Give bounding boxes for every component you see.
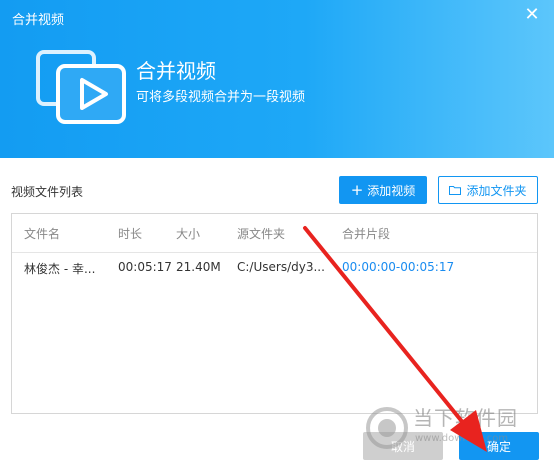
add-video-label: 添加视频 — [367, 183, 416, 198]
cell-duration: 00:05:17 — [118, 260, 172, 274]
hero-subtitle: 可将多段视频合并为一段视频 — [136, 90, 306, 105]
column-header-size[interactable]: 大小 — [176, 225, 200, 242]
plus-icon: + — [350, 181, 364, 199]
cell-folder: C:/Users/dy3... — [237, 260, 325, 274]
column-header-duration[interactable]: 时长 — [118, 225, 142, 242]
column-header-folder[interactable]: 源文件夹 — [237, 225, 285, 242]
watermark-logo: 当下软件园 www.downxia.com — [365, 400, 535, 460]
hero-title: 合并视频 — [136, 59, 216, 83]
video-stack-icon — [36, 50, 126, 124]
section-label: 视频文件列表 — [11, 185, 84, 199]
close-icon[interactable]: ✕ — [523, 6, 541, 24]
add-video-button[interactable]: + 添加视频 — [339, 176, 427, 204]
watermark-url: www.downxia.com — [415, 433, 509, 444]
cell-size: 21.40M — [176, 260, 221, 274]
window-title: 合并视频 — [12, 13, 65, 28]
watermark-text: 当下软件园 — [413, 406, 518, 430]
folder-icon — [449, 186, 462, 195]
cell-segment-link[interactable]: 00:00:00-00:05:17 — [342, 260, 454, 274]
watermark-emblem — [366, 407, 408, 449]
table-header: 文件名 时长 大小 源文件夹 合并片段 — [12, 214, 537, 253]
dialog-header: 合并视频 ✕ 合并视频 可将多段视频合并为一段视频 — [0, 0, 554, 158]
add-folder-label: 添加文件夹 — [466, 183, 527, 198]
column-header-filename[interactable]: 文件名 — [24, 225, 60, 242]
add-folder-button[interactable]: 添加文件夹 — [438, 176, 538, 204]
column-header-segment[interactable]: 合并片段 — [342, 225, 390, 242]
file-table: 文件名 时长 大小 源文件夹 合并片段 林俊杰 - 幸... 00:05:17 … — [11, 213, 538, 414]
table-row[interactable]: 林俊杰 - 幸... 00:05:17 21.40M C:/Users/dy3.… — [12, 253, 537, 287]
cell-filename: 林俊杰 - 幸... — [24, 262, 96, 276]
